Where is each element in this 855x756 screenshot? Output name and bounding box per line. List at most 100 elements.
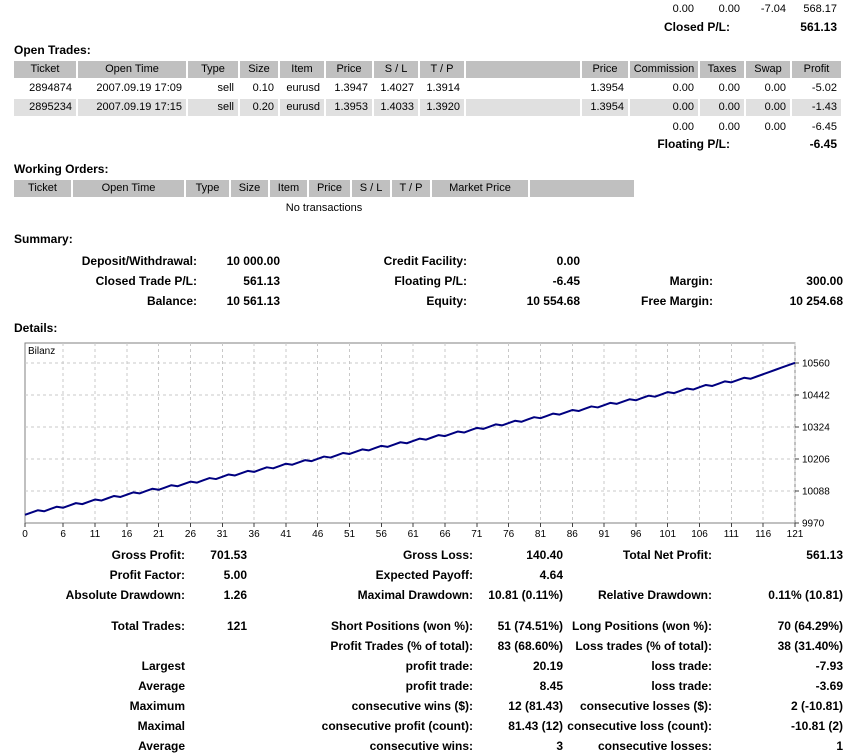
cell: S / L bbox=[352, 180, 390, 197]
stats-row: Largestprofit trade:20.19loss trade:-7.9… bbox=[14, 656, 855, 676]
cell: 0.10 bbox=[240, 80, 278, 97]
cell: Closed Trade P/L: bbox=[14, 271, 197, 291]
cell: 0.00 bbox=[700, 99, 744, 116]
series-label: Bilanz bbox=[28, 346, 55, 357]
x-tick-label: 6 bbox=[60, 529, 66, 539]
stats-row: Maximumconsecutive wins ($):12 (81.43)co… bbox=[14, 696, 855, 716]
x-tick-label: 16 bbox=[121, 529, 133, 539]
details-title: Details: bbox=[14, 321, 855, 335]
cell: -6.45 bbox=[792, 120, 841, 134]
cell: Maximum bbox=[14, 696, 185, 716]
working-orders-title: Working Orders: bbox=[14, 162, 855, 176]
x-tick-label: 91 bbox=[599, 529, 611, 539]
cell: -1.43 bbox=[792, 99, 841, 116]
y-tick-label: 10088 bbox=[802, 487, 830, 498]
cell bbox=[466, 99, 580, 116]
stats-row: Profit Trades (% of total):83 (68.60%)Lo… bbox=[14, 636, 855, 656]
cell: Type bbox=[188, 61, 238, 78]
x-tick-label: 11 bbox=[90, 529, 101, 539]
cell: Average bbox=[14, 736, 185, 756]
cell: 0.00 bbox=[630, 120, 698, 134]
open-trades-totals-row: 0.000.000.00-6.45 bbox=[14, 120, 855, 134]
cell bbox=[466, 61, 580, 78]
x-tick-label: 36 bbox=[249, 529, 261, 539]
x-tick-label: 51 bbox=[344, 529, 356, 539]
cell: 561.13 bbox=[712, 545, 843, 565]
cell: 0.00 bbox=[630, 2, 698, 16]
cell bbox=[563, 565, 712, 585]
open-trades-header-row: TicketOpen TimeTypeSizeItemPriceS / LT /… bbox=[14, 61, 855, 78]
cell: -7.04 bbox=[746, 2, 790, 16]
x-tick-label: 106 bbox=[691, 529, 708, 539]
cell: 10 000.00 bbox=[197, 251, 280, 271]
cell: loss trade: bbox=[563, 676, 712, 696]
cell: Total Net Profit: bbox=[563, 545, 712, 565]
stats-row: Profit Factor:5.00Expected Payoff:4.64 bbox=[14, 565, 855, 585]
x-tick-label: 46 bbox=[312, 529, 324, 539]
cell: Item bbox=[270, 180, 307, 197]
cell bbox=[466, 80, 580, 97]
cell: Ticket bbox=[14, 180, 71, 197]
cell: Profit Trades (% of total): bbox=[247, 636, 473, 656]
cell bbox=[580, 251, 713, 271]
cell: Long Positions (won %): bbox=[563, 616, 712, 636]
cell: 0.00 bbox=[700, 2, 744, 16]
x-tick-label: 0 bbox=[22, 529, 28, 539]
cell: 0.00 bbox=[700, 80, 744, 97]
cell: 3 bbox=[473, 736, 563, 756]
cell: loss trade: bbox=[563, 656, 712, 676]
cell: 5.00 bbox=[185, 565, 247, 585]
open-trades-title: Open Trades: bbox=[14, 43, 855, 57]
x-tick-label: 111 bbox=[724, 529, 740, 539]
cell: 1.3954 bbox=[582, 99, 628, 116]
cell: Absolute Drawdown: bbox=[14, 585, 185, 605]
cell: -10.81 (2) bbox=[712, 716, 843, 736]
cell: 1.4033 bbox=[374, 99, 418, 116]
cell: 0.20 bbox=[240, 99, 278, 116]
floating-pl-label: Floating P/L: bbox=[657, 136, 730, 152]
plot-border bbox=[25, 343, 795, 523]
cell: 8.45 bbox=[473, 676, 563, 696]
cell: 1.26 bbox=[185, 585, 247, 605]
cell: Short Positions (won %): bbox=[247, 616, 473, 636]
cell: eurusd bbox=[280, 80, 324, 97]
cell: Item bbox=[280, 61, 324, 78]
x-tick-label: 71 bbox=[471, 529, 483, 539]
cell: 2894874 bbox=[14, 80, 76, 97]
cell: T / P bbox=[420, 61, 464, 78]
cell: 1.3954 bbox=[582, 80, 628, 97]
cell: 70 (64.29%) bbox=[712, 616, 843, 636]
cell: 1.3920 bbox=[420, 99, 464, 116]
x-tick-label: 121 bbox=[787, 529, 804, 539]
closed-pl-row: Closed P/L: 561.13 bbox=[14, 19, 841, 35]
cell: Gross Profit: bbox=[14, 545, 185, 565]
cell: -3.69 bbox=[712, 676, 843, 696]
cell: Credit Facility: bbox=[280, 251, 467, 271]
floating-pl-value: -6.45 bbox=[764, 136, 841, 152]
x-tick-label: 61 bbox=[408, 529, 420, 539]
x-tick-label: 81 bbox=[535, 529, 547, 539]
cell: 2007.09.19 17:09 bbox=[78, 80, 186, 97]
cell: Largest bbox=[14, 656, 185, 676]
cell: -6.45 bbox=[467, 271, 580, 291]
cell bbox=[185, 696, 247, 716]
cell: Swap bbox=[746, 61, 790, 78]
cell bbox=[713, 251, 843, 271]
cell: Margin: bbox=[580, 271, 713, 291]
cell: 20.19 bbox=[473, 656, 563, 676]
cell bbox=[14, 636, 185, 656]
x-tick-label: 86 bbox=[567, 529, 579, 539]
cell bbox=[185, 636, 247, 656]
cell: Ticket bbox=[14, 61, 76, 78]
cell: consecutive losses ($): bbox=[563, 696, 712, 716]
cell: Price bbox=[326, 61, 372, 78]
y-tick-label: 10324 bbox=[802, 423, 830, 434]
cell bbox=[185, 716, 247, 736]
cell: Balance: bbox=[14, 291, 197, 311]
closed-pl-label: Closed P/L: bbox=[664, 19, 730, 35]
cell bbox=[185, 676, 247, 696]
cell: Deposit/Withdrawal: bbox=[14, 251, 197, 271]
cell: sell bbox=[188, 99, 238, 116]
cell: Profit Factor: bbox=[14, 565, 185, 585]
cell: 10.81 (0.11%) bbox=[473, 585, 563, 605]
